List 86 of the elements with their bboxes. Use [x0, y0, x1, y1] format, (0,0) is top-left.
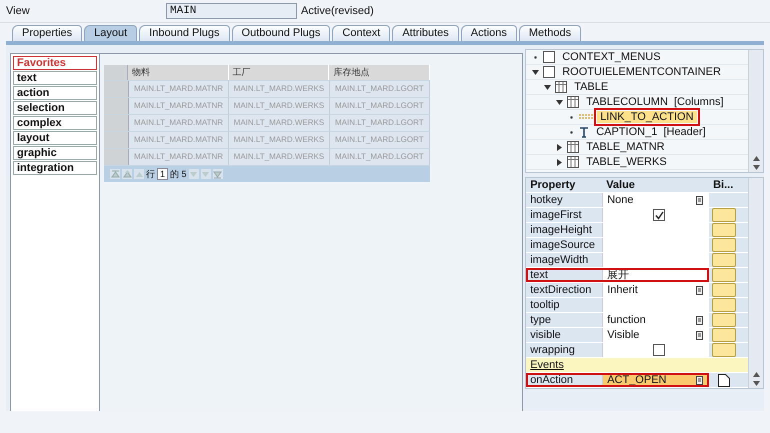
tab[interactable]: Methods — [518, 25, 582, 41]
expand-toggle-icon[interactable] — [556, 144, 564, 150]
document-icon[interactable] — [718, 374, 730, 386]
tree-node[interactable]: TABLECOLUMN [Columns] — [583, 96, 727, 108]
grid-icon — [567, 156, 580, 168]
dropdown-icon[interactable] — [696, 286, 704, 294]
expand-toggle-icon[interactable] — [556, 158, 564, 166]
checkbox[interactable] — [653, 344, 666, 356]
tab[interactable]: Properties — [12, 25, 82, 41]
table-cell: MAIN.LT_MARD.LGORT — [330, 98, 430, 114]
grid-icon — [567, 96, 580, 108]
grid-icon — [555, 81, 568, 93]
tree-node[interactable]: TABLE — [571, 81, 612, 93]
palette-item[interactable]: integration — [13, 161, 97, 175]
palette-item[interactable]: selection — [13, 101, 97, 115]
table-cell: MAIN.LT_MARD.MATNR — [128, 149, 230, 165]
property-value[interactable]: ACT_OPEN — [602, 373, 710, 387]
expand-toggle-icon[interactable] — [532, 68, 540, 76]
table-cell: MAIN.LT_MARD.MATNR — [128, 115, 230, 131]
column-header: 库存地点 — [329, 65, 430, 80]
view-name-field[interactable]: MAIN — [166, 3, 297, 19]
tab[interactable]: Actions — [460, 25, 517, 41]
table-cell: MAIN.LT_MARD.WERKS — [229, 149, 330, 165]
column-header: Value — [605, 178, 636, 192]
table-cell: MAIN.LT_MARD.MATNR — [128, 132, 230, 148]
row-label: 行 — [146, 168, 155, 180]
table-cell: MAIN.LT_MARD.LGORT — [330, 81, 430, 97]
checkbox[interactable] — [653, 209, 666, 221]
scrollbar[interactable] — [748, 50, 763, 172]
section-link[interactable]: Events — [526, 359, 564, 371]
tab[interactable]: Outbound Plugs — [232, 25, 330, 41]
grid-icon — [567, 141, 580, 153]
table-cell: MAIN.LT_MARD.LGORT — [330, 132, 430, 148]
table-cell: MAIN.LT_MARD.LGORT — [330, 115, 430, 131]
expand-toggle-icon[interactable] — [568, 114, 576, 120]
scroll-up-icon[interactable] — [752, 156, 760, 161]
palette-item[interactable]: graphic — [13, 146, 97, 160]
palette-item[interactable]: Favorites — [13, 56, 97, 70]
tree-node[interactable]: TABLE_MATNR — [583, 141, 668, 153]
row-count-text: 的 5 — [170, 168, 187, 180]
property-value[interactable]: Visible — [602, 328, 710, 342]
column-header: 工厂 — [228, 65, 330, 80]
view-label: View — [6, 5, 31, 17]
tree-node[interactable]: TABLE_WERKS — [583, 156, 670, 168]
table-cell: MAIN.LT_MARD.LGORT — [330, 149, 430, 165]
tree-node[interactable]: ROOTUIELEMENTCONTAINER — [559, 66, 724, 78]
palette-item[interactable]: text — [13, 71, 97, 85]
palette-item[interactable]: layout — [13, 131, 97, 145]
property-value[interactable] — [602, 343, 710, 357]
scroll-down-icon[interactable] — [752, 381, 760, 386]
column-header: Bi... — [712, 178, 734, 192]
dropdown-icon[interactable] — [696, 330, 704, 340]
table-cell: MAIN.LT_MARD.MATNR — [128, 81, 230, 97]
link-icon — [579, 113, 594, 121]
square-icon — [543, 66, 556, 78]
dropdown-icon[interactable] — [696, 376, 704, 384]
dropdown-icon[interactable] — [696, 316, 704, 324]
tab[interactable]: Layout — [84, 25, 138, 41]
table-cell: MAIN.LT_MARD.WERKS — [229, 81, 330, 97]
scroll-up-icon[interactable] — [752, 372, 760, 377]
scrollbar[interactable] — [748, 178, 763, 388]
expand-toggle-icon[interactable] — [544, 84, 552, 90]
tab[interactable]: Inbound Plugs — [139, 25, 230, 41]
dropdown-icon[interactable] — [696, 196, 704, 204]
table-cell: MAIN.LT_MARD.MATNR — [128, 98, 230, 114]
scroll-down-icon[interactable] — [752, 165, 760, 170]
property-value[interactable]: function — [602, 313, 710, 327]
property-value[interactable]: Inherit — [602, 283, 710, 297]
expand-toggle-icon[interactable] — [532, 54, 540, 60]
tree-node[interactable]: LINK_TO_ACTION — [597, 111, 697, 123]
tree-node[interactable]: CONTEXT_MENUS — [559, 51, 664, 63]
palette-item[interactable]: complex — [13, 116, 97, 130]
palette-item[interactable]: action — [13, 86, 97, 100]
table-cell: MAIN.LT_MARD.WERKS — [229, 98, 330, 114]
expand-toggle-icon[interactable] — [568, 128, 576, 136]
tree-node[interactable]: CAPTION_1 [Header] — [593, 126, 709, 138]
row-number-field[interactable]: 1 — [157, 168, 168, 180]
property-value[interactable]: None — [602, 193, 710, 207]
column-header: 物料 — [128, 65, 229, 80]
table-cell: MAIN.LT_MARD.WERKS — [229, 132, 330, 148]
table-cell: MAIN.LT_MARD.WERKS — [229, 115, 330, 131]
tab[interactable]: Context — [332, 25, 390, 41]
status-text: Active(revised) — [301, 5, 374, 17]
letter-t-icon — [579, 126, 590, 138]
expand-toggle-icon[interactable] — [556, 98, 564, 106]
tab[interactable]: Attributes — [392, 25, 459, 41]
